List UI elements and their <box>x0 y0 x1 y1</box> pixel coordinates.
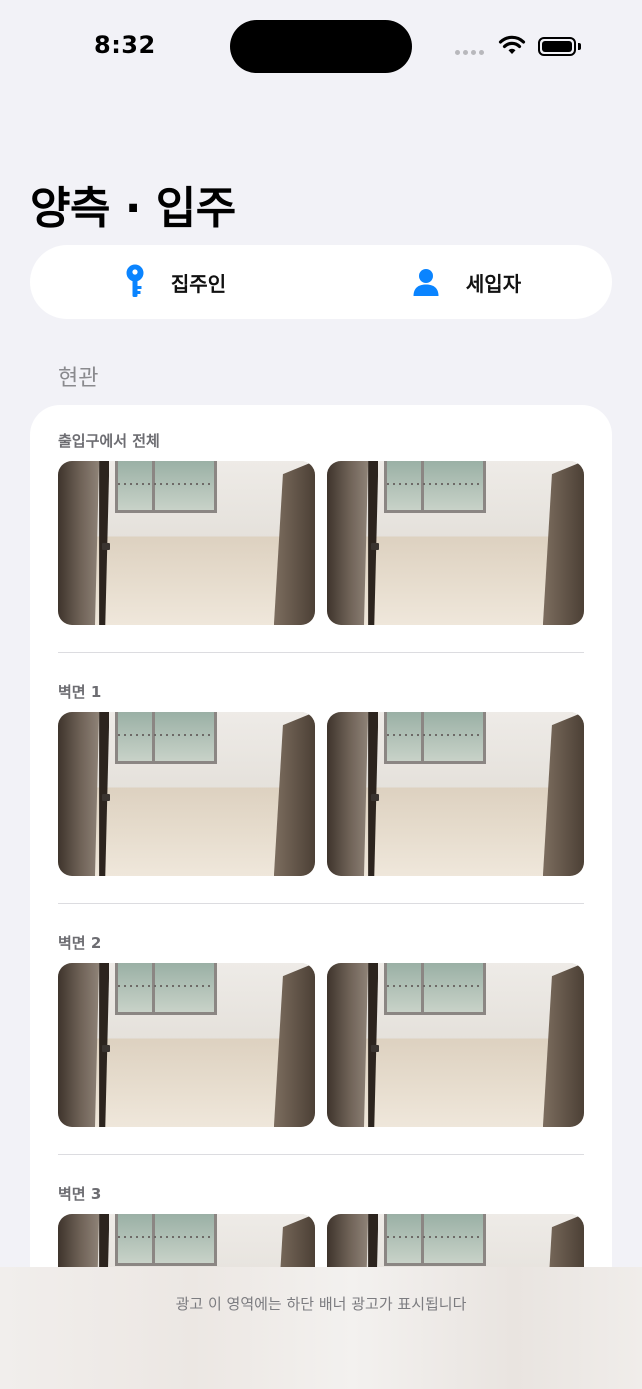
room-photo[interactable] <box>327 963 584 1127</box>
photo-group: 벽면 2 <box>58 933 584 1155</box>
group-divider <box>58 1154 584 1155</box>
key-icon <box>126 264 144 297</box>
room-photo[interactable] <box>327 461 584 625</box>
wifi-icon <box>498 35 526 54</box>
segment-tenant[interactable]: 세입자 <box>321 245 612 319</box>
photo-group-label: 벽면 3 <box>58 1185 102 1203</box>
battery-icon <box>538 37 576 56</box>
photo-group: 출입구에서 전체 <box>58 431 584 653</box>
page-title: 양측 · 입주 <box>30 183 236 234</box>
photo-group: 벽면 3 <box>58 1184 584 1305</box>
photo-card: 출입구에서 전체 벽면 1 벽면 2 벽면 3 <box>30 405 612 1305</box>
photo-group-label: 벽면 1 <box>58 683 102 701</box>
segment-landlord-label: 집주인 <box>170 271 227 296</box>
section-header-entrance: 현관 <box>58 366 99 391</box>
group-divider <box>58 652 584 653</box>
role-segmented-control: 집주인 세입자 <box>30 245 612 319</box>
room-photo[interactable] <box>58 963 315 1127</box>
photo-group-label: 출입구에서 전체 <box>58 432 160 450</box>
dynamic-island <box>230 20 412 73</box>
room-photo[interactable] <box>58 461 315 625</box>
room-photo[interactable] <box>327 712 584 876</box>
group-divider <box>58 903 584 904</box>
battery-tip <box>578 43 581 50</box>
person-icon <box>413 269 439 296</box>
ad-banner[interactable]: 광고 이 영역에는 하단 배너 광고가 표시됩니다 <box>0 1267 642 1389</box>
segment-landlord[interactable]: 집주인 <box>30 245 321 319</box>
room-photo[interactable] <box>58 712 315 876</box>
photo-group: 벽면 1 <box>58 682 584 904</box>
ad-banner-text: 광고 이 영역에는 하단 배너 광고가 표시됩니다 <box>175 1295 467 1313</box>
photo-group-label: 벽면 2 <box>58 934 102 952</box>
status-time: 8:32 <box>94 31 156 59</box>
status-bar: 8:32 <box>0 0 642 96</box>
segment-tenant-label: 세입자 <box>465 271 522 296</box>
cellular-signal-icon <box>455 50 484 55</box>
